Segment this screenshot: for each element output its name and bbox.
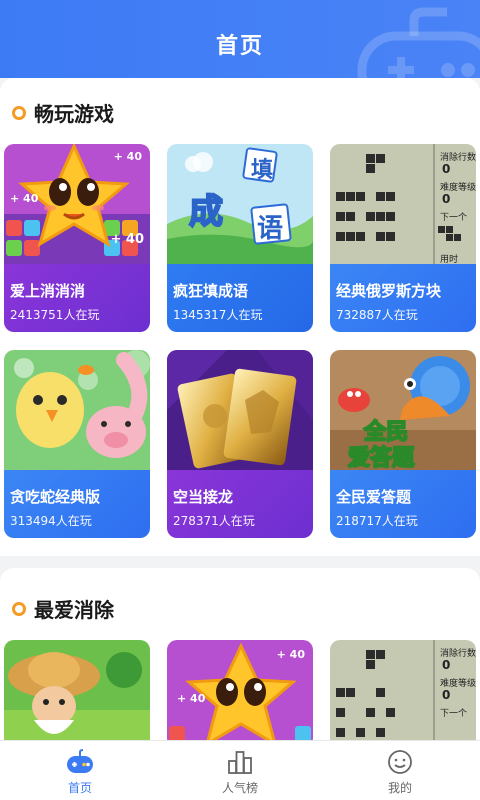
tetris-label-next: 下一个 bbox=[440, 213, 468, 223]
game-thumbnail: 成 填 语 bbox=[167, 144, 313, 264]
game-card-freecell[interactable]: 空当接龙 278371人在玩 bbox=[167, 350, 313, 538]
page-title: 首页 bbox=[215, 34, 264, 59]
game-name: 疯狂填成语 bbox=[173, 282, 249, 300]
tetris-label-time: 用时 bbox=[440, 255, 459, 264]
score-popup: + 40 bbox=[177, 692, 206, 705]
score-popup: + 40 bbox=[10, 192, 39, 205]
game-card-tetris-2[interactable]: 消除行数 0 难度等级 0 下一个 bbox=[330, 640, 476, 748]
section-favorite-match: 最爱消除 + 40 + 40 消除行数 0 难度等级 0 下一个 bbox=[0, 568, 480, 748]
section-header: 最爱消除 bbox=[12, 594, 114, 623]
section-play-games: 畅玩游戏 + 40 + 40 + 40 爱上消消消 2413751人在玩 成 填… bbox=[0, 78, 480, 556]
idiom-char: 填 bbox=[251, 158, 274, 183]
section-dot-icon bbox=[12, 601, 26, 616]
section-title: 畅玩游戏 bbox=[34, 102, 114, 126]
idiom-char: 语 bbox=[257, 214, 284, 244]
game-card-star-match-2[interactable]: + 40 + 40 bbox=[167, 640, 313, 748]
game-card-quiz[interactable]: 全民 爱答题 全民爱答题 218717人在玩 bbox=[330, 350, 476, 538]
game-info: 贪吃蛇经典版 313494人在玩 bbox=[4, 470, 150, 538]
player-count: 732887人在玩 bbox=[336, 308, 418, 322]
player-count: 218717人在玩 bbox=[336, 514, 418, 528]
player-count: 278371人在玩 bbox=[173, 514, 255, 528]
score-popup: + 40 bbox=[110, 232, 144, 247]
game-thumbnail: 全民 爱答题 bbox=[330, 350, 476, 470]
score-popup: + 40 bbox=[276, 648, 305, 661]
game-name: 全民爱答题 bbox=[336, 488, 412, 506]
tetris-value-level: 0 bbox=[442, 192, 451, 206]
nav-ranking[interactable]: 人气榜 bbox=[160, 741, 320, 800]
player-count: 1345317人在玩 bbox=[173, 308, 263, 322]
game-card-farm-match[interactable] bbox=[4, 640, 150, 748]
top-header: 首页 bbox=[0, 0, 480, 78]
game-thumbnail bbox=[167, 350, 313, 470]
game-info: 全民爱答题 218717人在玩 bbox=[330, 470, 476, 538]
section-dot-icon bbox=[12, 105, 26, 120]
tetris-label-next: 下一个 bbox=[440, 709, 468, 719]
score-popup: + 40 bbox=[113, 150, 142, 163]
tetris-value-lines: 0 bbox=[442, 162, 451, 176]
section-title: 最爱消除 bbox=[34, 598, 114, 622]
game-thumbnail bbox=[4, 640, 150, 748]
game-name: 爱上消消消 bbox=[10, 282, 86, 300]
game-thumbnail: 消除行数 0 难度等级 0 下一个 用时 bbox=[330, 144, 476, 264]
smiley-icon bbox=[388, 750, 412, 774]
nav-mine[interactable]: 我的 bbox=[320, 741, 480, 800]
bottom-nav: 首页 人气榜 我的 bbox=[0, 740, 480, 800]
idiom-char: 成 bbox=[188, 191, 224, 233]
game-name: 经典俄罗斯方块 bbox=[336, 282, 442, 300]
nav-label: 人气榜 bbox=[221, 781, 258, 795]
game-name: 空当接龙 bbox=[173, 488, 234, 506]
game-card-tetris[interactable]: 消除行数 0 难度等级 0 下一个 用时 经典俄罗斯方块 732887人在玩 bbox=[330, 144, 476, 332]
nav-label: 首页 bbox=[67, 781, 92, 795]
player-count: 2413751人在玩 bbox=[10, 308, 100, 322]
game-info: 空当接龙 278371人在玩 bbox=[167, 470, 313, 538]
section-header: 畅玩游戏 bbox=[12, 98, 114, 127]
game-name: 贪吃蛇经典版 bbox=[10, 488, 101, 506]
game-card-star-match[interactable]: + 40 + 40 + 40 爱上消消消 2413751人在玩 bbox=[4, 144, 150, 332]
quiz-logo-line2: 爱答题 bbox=[347, 445, 415, 470]
game-thumbnail: + 40 + 40 + 40 bbox=[4, 144, 150, 264]
gamepad-icon bbox=[67, 749, 93, 773]
player-count: 313494人在玩 bbox=[10, 514, 92, 528]
game-card-idiom[interactable]: 成 填 语 疯狂填成语 1345317人在玩 bbox=[167, 144, 313, 332]
game-info: 爱上消消消 2413751人在玩 bbox=[4, 264, 150, 332]
game-thumbnail bbox=[4, 350, 150, 470]
nav-label: 我的 bbox=[387, 781, 412, 795]
nav-home[interactable]: 首页 bbox=[0, 741, 160, 800]
tetris-value-level: 0 bbox=[442, 688, 451, 702]
bar-chart-icon bbox=[228, 751, 252, 774]
game-info: 经典俄罗斯方块 732887人在玩 bbox=[330, 264, 476, 332]
tetris-value-lines: 0 bbox=[442, 658, 451, 672]
game-card-snake[interactable]: 贪吃蛇经典版 313494人在玩 bbox=[4, 350, 150, 538]
game-info: 疯狂填成语 1345317人在玩 bbox=[167, 264, 313, 332]
